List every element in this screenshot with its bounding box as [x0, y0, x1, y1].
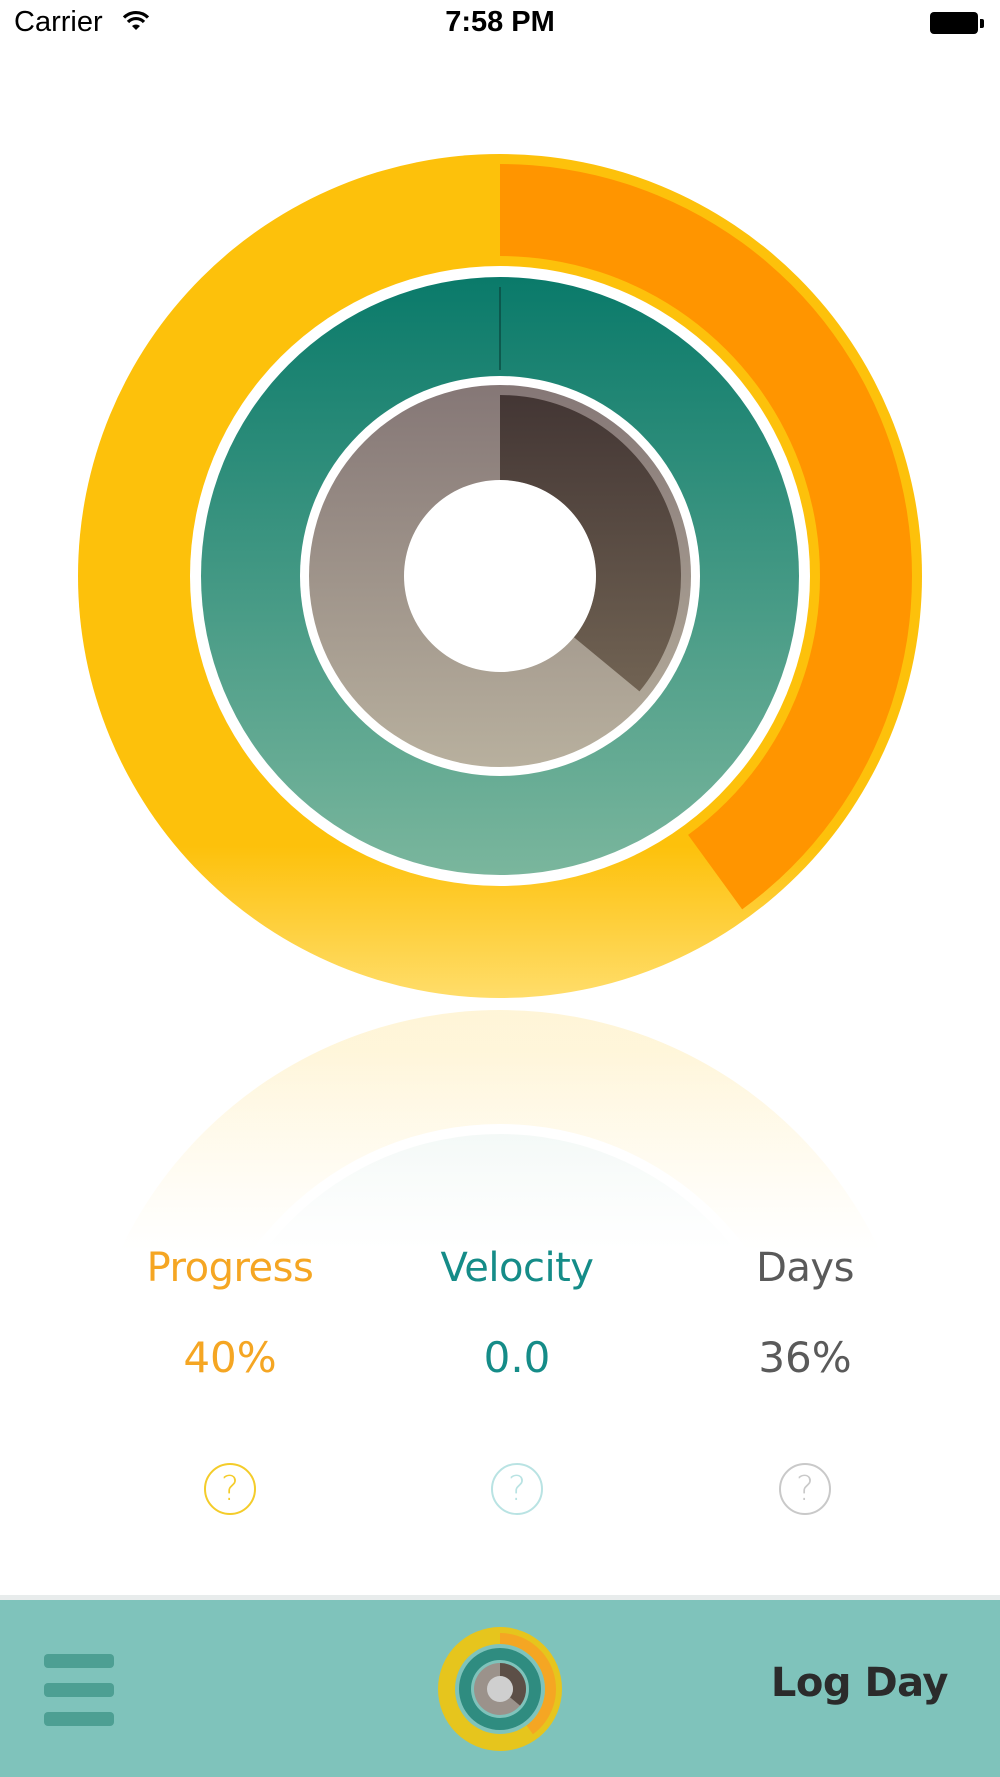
velocity-help-button[interactable]: ?: [491, 1463, 543, 1515]
ring-reflection: [0, 1010, 1000, 1250]
stat-velocity-label: Velocity: [440, 1245, 594, 1291]
hamburger-menu-icon[interactable]: [44, 1654, 114, 1726]
stat-velocity-value: 0.0: [483, 1333, 551, 1382]
bottom-tab-bar: Log Day: [0, 1600, 1000, 1777]
stat-days-label: Days: [756, 1245, 854, 1291]
days-help-button[interactable]: ?: [779, 1463, 831, 1515]
stat-days: Days 36%: [655, 1245, 955, 1382]
stat-velocity: Velocity 0.0: [367, 1245, 667, 1382]
stat-progress-value: 40%: [183, 1333, 277, 1382]
progress-help-button[interactable]: ?: [204, 1463, 256, 1515]
stat-progress-label: Progress: [146, 1245, 314, 1291]
progress-rings-icon[interactable]: [438, 1627, 562, 1751]
stat-days-value: 36%: [758, 1333, 852, 1382]
stat-progress: Progress 40%: [80, 1245, 380, 1382]
progress-rings-chart: [0, 154, 1000, 1250]
rings-center-hole: [404, 480, 596, 672]
log-day-button[interactable]: Log Day: [771, 1660, 949, 1706]
